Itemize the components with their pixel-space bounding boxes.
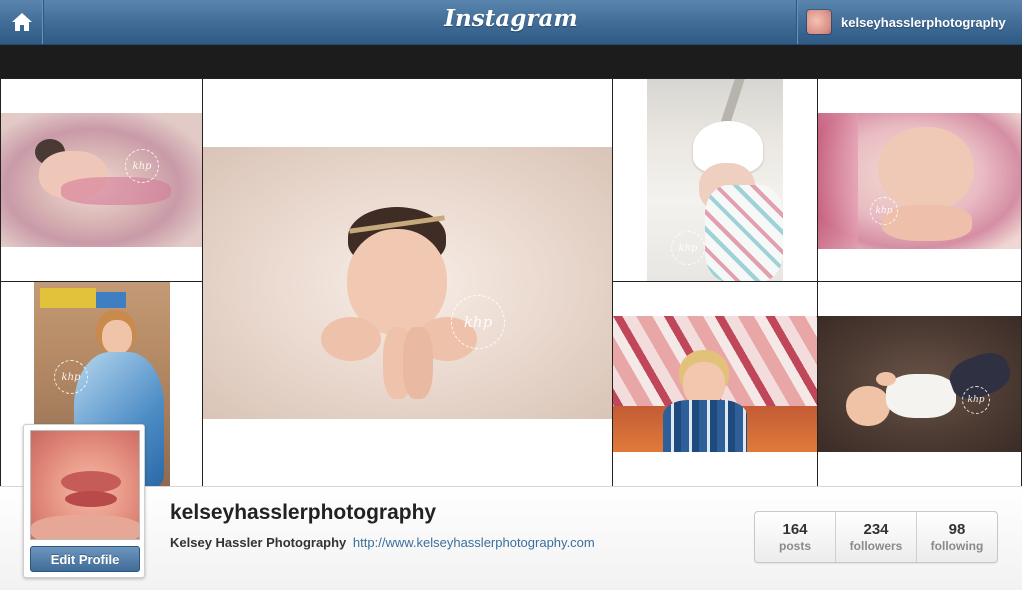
watermark: khp xyxy=(870,197,898,225)
stat-following[interactable]: 98 following xyxy=(917,512,997,562)
photo-image xyxy=(613,316,817,452)
stat-posts[interactable]: 164 posts xyxy=(755,512,836,562)
profile-avatar[interactable] xyxy=(30,430,140,540)
photo-image: khp xyxy=(818,316,1021,452)
watermark: khp xyxy=(451,295,505,349)
edit-profile-button[interactable]: Edit Profile xyxy=(30,546,140,572)
watermark: khp xyxy=(962,386,990,414)
header-username: kelseyhasslerphotography xyxy=(841,14,1006,30)
photo-thumb[interactable]: khp xyxy=(612,78,818,282)
profile-avatar-card: Edit Profile xyxy=(23,424,145,578)
user-avatar-thumb xyxy=(807,10,831,34)
stat-followers[interactable]: 234 followers xyxy=(836,512,917,562)
profile-full-name: Kelsey Hassler Photography xyxy=(170,535,347,550)
photo-grid: khp khp khp khp khp khp xyxy=(0,78,1022,487)
photo-thumb-featured[interactable]: khp xyxy=(202,78,613,487)
profile-stats: 164 posts 234 followers 98 following xyxy=(754,511,998,563)
profile-bio-line: Kelsey Hassler Photography http://www.ke… xyxy=(170,535,595,550)
stat-value: 234 xyxy=(863,521,889,538)
user-menu[interactable]: kelseyhasslerphotography xyxy=(796,0,1022,44)
photo-thumb[interactable] xyxy=(612,281,818,487)
profile-website-link[interactable]: http://www.kelseyhasslerphotography.com xyxy=(353,535,595,550)
photo-image: khp xyxy=(1,113,202,247)
photo-thumb[interactable]: khp xyxy=(0,78,203,282)
photo-image: khp xyxy=(203,147,612,419)
watermark: khp xyxy=(125,149,159,183)
watermark: khp xyxy=(54,360,88,394)
stat-value: 164 xyxy=(782,521,808,538)
stat-value: 98 xyxy=(948,521,966,538)
dark-band xyxy=(0,45,1022,78)
photo-image: khp xyxy=(647,79,783,281)
profile-username: kelseyhasslerphotography xyxy=(170,501,437,524)
stat-label: following xyxy=(930,539,984,553)
watermark: khp xyxy=(671,231,705,265)
home-icon xyxy=(11,13,32,31)
photo-thumb[interactable]: khp xyxy=(817,78,1022,282)
top-nav-bar: Instagram kelseyhasslerphotography xyxy=(0,0,1022,45)
photo-thumb[interactable]: khp xyxy=(817,281,1022,487)
home-button[interactable] xyxy=(0,0,44,44)
stat-label: posts xyxy=(778,539,811,553)
stat-label: followers xyxy=(849,539,903,553)
photo-image: khp xyxy=(818,113,1021,249)
